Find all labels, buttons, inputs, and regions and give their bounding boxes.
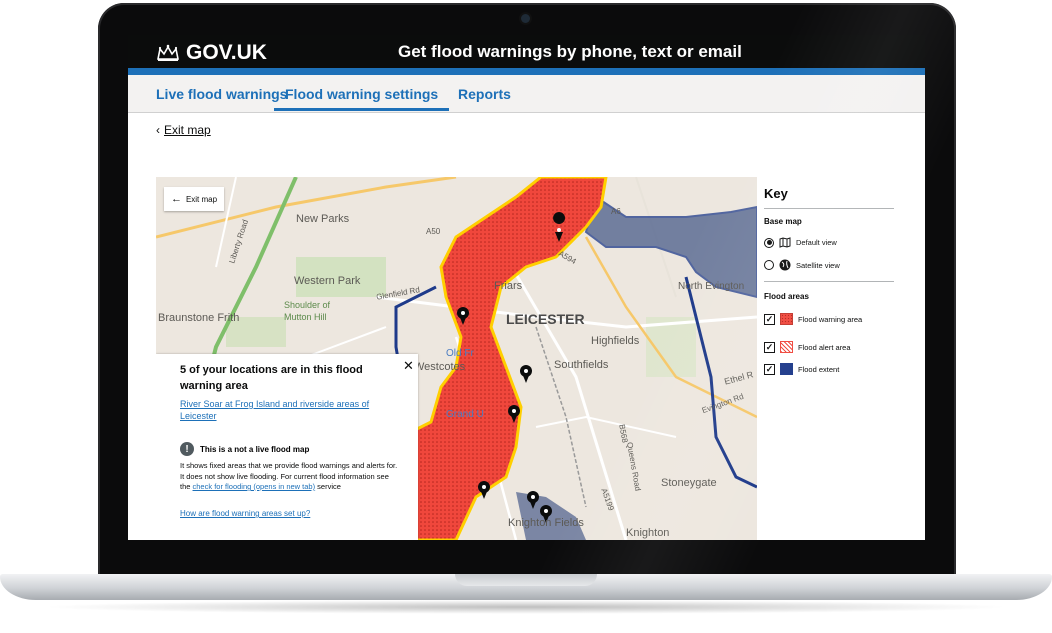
divider [764, 281, 894, 282]
arrow-left-icon: ← [170, 193, 182, 205]
close-icon[interactable]: ✕ [403, 358, 414, 374]
map-label: A6 [611, 207, 621, 216]
header-blue-bar [128, 68, 925, 75]
checkbox-checked[interactable]: ✓ [764, 363, 775, 375]
flood-map[interactable]: New Parks Western Park Shoulder of Mutto… [156, 177, 757, 540]
exit-map-button[interactable]: ← Exit map [164, 187, 224, 211]
map-key: Key Base map Default view Satellite view… [757, 177, 925, 540]
map-label: Old Fr [446, 348, 474, 359]
warning-body: It shows fixed areas that we provide flo… [180, 461, 400, 493]
govuk-logo[interactable]: GOV.UK [156, 41, 267, 65]
tab-flood-warning-settings[interactable]: Flood warning settings [274, 86, 450, 111]
map-label: A50 [426, 227, 441, 236]
not-live-warning: ! This is a not a live flood map [180, 442, 309, 456]
base-map-option-default[interactable]: Default view [764, 237, 837, 248]
flood-area-link[interactable]: River Soar at Frog Island and riverside … [180, 398, 400, 422]
map-label: Knighton [626, 527, 670, 539]
map-label: Highfields [591, 335, 640, 347]
logo-text: GOV.UK [186, 41, 267, 64]
exit-map-link-label: Exit map [164, 123, 211, 137]
base-map-heading: Base map [764, 217, 802, 226]
map-label: Westcotes [414, 361, 466, 373]
govuk-header: GOV.UK Get flood warnings by phone, text… [128, 35, 925, 68]
flood-alert-swatch [780, 341, 793, 353]
map-label: New Parks [296, 213, 350, 225]
info-panel-title: 5 of your locations are in this flood wa… [180, 364, 363, 392]
flood-warning-swatch [780, 313, 793, 325]
primary-navigation: Live flood warnings Flood warning settin… [128, 75, 925, 113]
map-label: North Evington [678, 281, 745, 292]
laptop-notch [455, 574, 597, 586]
map-label: Shoulder of [284, 300, 331, 310]
map-label: Braunstone Frith [158, 312, 240, 324]
map-icon [779, 237, 791, 248]
flood-extent-toggle[interactable]: ✓ Flood extent [764, 363, 839, 375]
flood-extent-swatch [780, 363, 793, 375]
map-label: Friars [494, 280, 523, 292]
laptop-shadow [40, 600, 1012, 614]
satellite-view-label: Satellite view [796, 260, 840, 270]
warning-heading: This is a not a live flood map [200, 444, 310, 454]
key-title: Key [764, 186, 788, 201]
chevron-left-icon: ‹ [156, 123, 160, 137]
crown-icon [157, 44, 179, 61]
map-label: Stoneygate [661, 477, 717, 489]
default-view-label: Default view [796, 238, 837, 247]
flood-warning-area-label: Flood warning area [798, 314, 863, 324]
check-for-flooding-link[interactable]: check for flooding (opens in new tab) [193, 482, 316, 491]
browser-screen: GOV.UK Get flood warnings by phone, text… [128, 35, 925, 540]
location-info-panel: 5 of your locations are in this flood wa… [156, 354, 418, 540]
map-label: Southfields [554, 359, 609, 371]
radio-selected[interactable] [764, 237, 774, 248]
flood-alert-area-toggle[interactable]: ✓ Flood alert area [764, 341, 851, 353]
checkbox-checked[interactable]: ✓ [764, 341, 775, 353]
base-map-option-satellite[interactable]: Satellite view [764, 259, 840, 271]
how-areas-set-up-link[interactable]: How are flood warning areas set up? [180, 509, 310, 518]
checkbox-checked[interactable]: ✓ [764, 313, 775, 325]
tab-reports[interactable]: Reports [458, 86, 511, 102]
flood-warning-area-toggle[interactable]: ✓ Flood warning area [764, 313, 862, 325]
flood-areas-heading: Flood areas [764, 292, 809, 301]
map-label: LEICESTER [506, 311, 585, 327]
divider [764, 208, 894, 209]
map-label: Western Park [294, 275, 361, 287]
flood-alert-area-label: Flood alert area [798, 342, 851, 352]
warning-body-text-end: service [315, 482, 341, 491]
webcam [521, 14, 530, 23]
radio-unselected[interactable] [764, 260, 774, 270]
map-label: Knighton Fields [508, 517, 584, 529]
exit-map-button-label: Exit map [185, 194, 218, 204]
map-label: Mutton Hill [284, 312, 327, 322]
flood-extent-label: Flood extent [798, 364, 840, 374]
tab-live-flood-warnings[interactable]: Live flood warnings [156, 86, 287, 102]
service-name[interactable]: Get flood warnings by phone, text or ema… [398, 42, 742, 62]
exclamation-icon: ! [180, 442, 194, 456]
globe-icon [779, 259, 791, 271]
map-label: Grand U [446, 409, 484, 420]
exit-map-link[interactable]: ‹ Exit map [156, 123, 211, 137]
